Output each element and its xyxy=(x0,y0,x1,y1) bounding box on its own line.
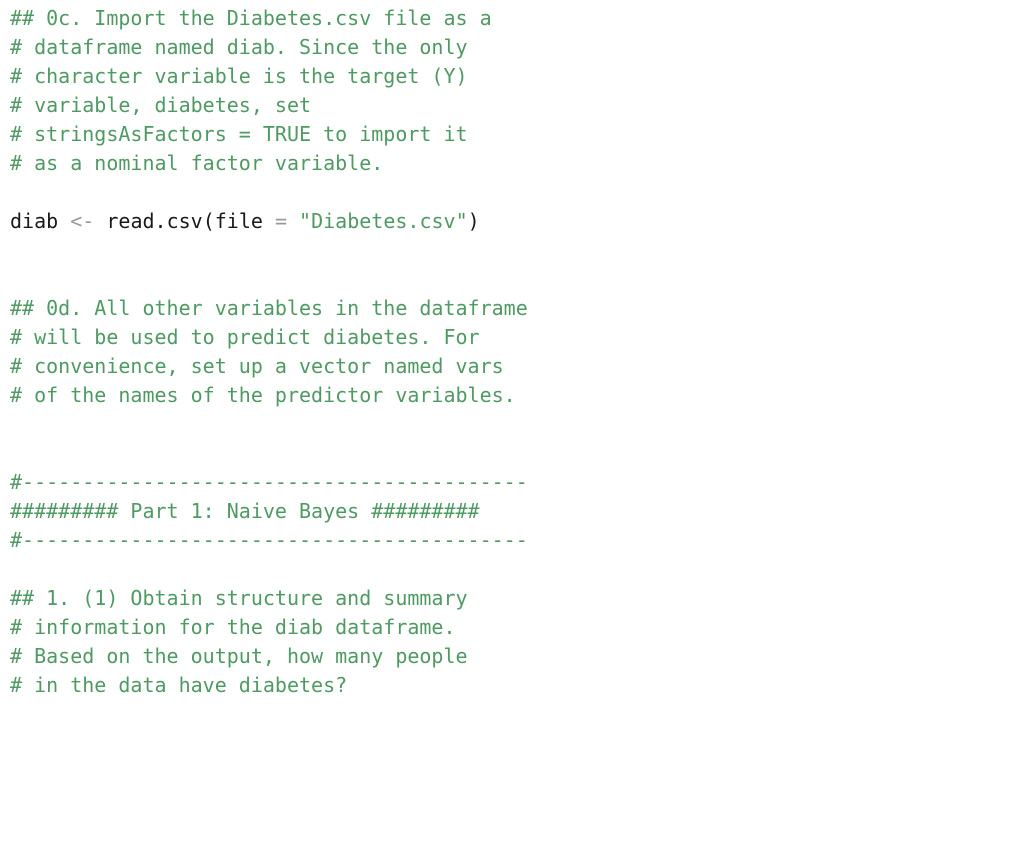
equals-operator: = xyxy=(263,209,299,233)
comment-line: # stringsAsFactors = TRUE to import it xyxy=(10,122,468,146)
code-block: ## 0c. Import the Diabetes.csv file as a… xyxy=(0,0,1026,710)
argument-name: file xyxy=(215,209,263,233)
comment-line: ## 0c. Import the Diabetes.csv file as a xyxy=(10,6,492,30)
function-call: read.csv xyxy=(106,209,202,233)
comment-line: # character variable is the target (Y) xyxy=(10,64,468,88)
variable-name: diab xyxy=(10,209,58,233)
paren-close: ) xyxy=(468,209,480,233)
string-literal: "Diabetes.csv" xyxy=(299,209,468,233)
comment-line: # variable, diabetes, set xyxy=(10,93,311,117)
comment-line: # will be used to predict diabetes. For xyxy=(10,325,480,349)
comment-line: # information for the diab dataframe. xyxy=(10,615,456,639)
comment-line: # in the data have diabetes? xyxy=(10,673,347,697)
comment-line: ## 0d. All other variables in the datafr… xyxy=(10,296,528,320)
comment-line: # of the names of the predictor variable… xyxy=(10,383,516,407)
assign-operator: <- xyxy=(70,209,94,233)
comment-line: # Based on the output, how many people xyxy=(10,644,468,668)
comment-line: # dataframe named diab. Since the only xyxy=(10,35,468,59)
comment-line: ## 1. (1) Obtain structure and summary xyxy=(10,586,468,610)
comment-line: # as a nominal factor variable. xyxy=(10,151,383,175)
paren-open: ( xyxy=(203,209,215,233)
section-title: ######### Part 1: Naive Bayes ######### xyxy=(10,499,480,523)
comment-line: # convenience, set up a vector named var… xyxy=(10,354,504,378)
section-rule: #---------------------------------------… xyxy=(10,528,528,552)
section-rule: #---------------------------------------… xyxy=(10,470,528,494)
